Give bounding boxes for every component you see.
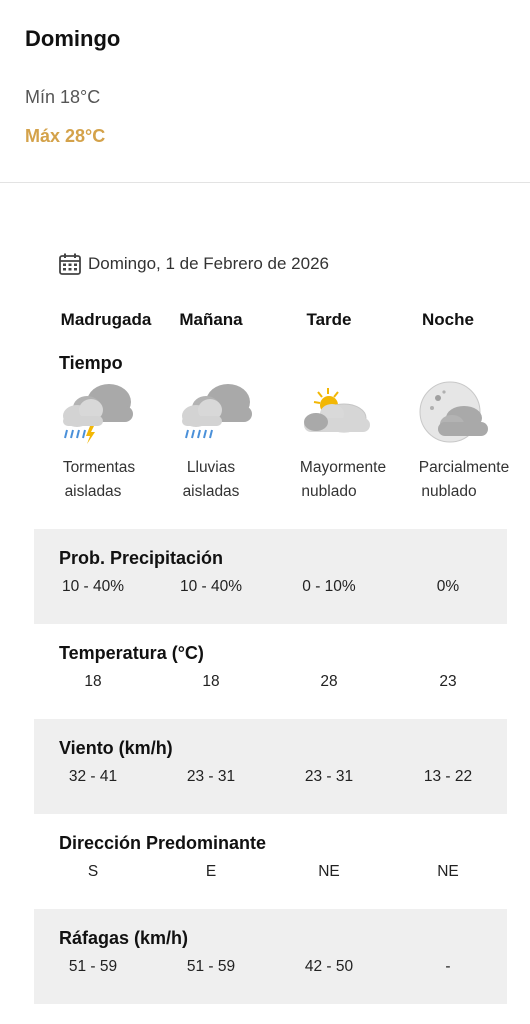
row-value: 23 - 31 <box>186 768 236 785</box>
row-value: E <box>205 863 217 880</box>
period-manana: Mañana <box>179 310 243 329</box>
partly-cloudy-moon-icon <box>419 381 488 443</box>
row-value: 10 - 40% <box>61 578 125 595</box>
row-title: Temperatura (°C) <box>59 643 204 663</box>
row-value: 23 <box>439 673 457 690</box>
row-value: S <box>87 863 99 880</box>
period-madrugada: Madrugada <box>60 310 152 329</box>
weather-description: Tormentas aisladas <box>62 459 136 500</box>
row-value: 23 - 31 <box>304 768 354 785</box>
row-value: 51 - 59 <box>68 958 118 975</box>
row-value: 51 - 59 <box>186 958 236 975</box>
row-title: Prob. Precipitación <box>59 548 224 568</box>
gusts-row: Ráfagas (km/h) 51 - 59 51 - 59 42 - 50 - <box>34 909 507 1004</box>
max-temperature: Máx 28°C <box>25 126 106 146</box>
row-title: Viento (km/h) <box>59 738 173 758</box>
wind-row: Viento (km/h) 32 - 41 23 - 31 23 - 31 13… <box>34 719 507 814</box>
row-title: Dirección Predominante <box>59 833 267 853</box>
period-tarde: Tarde <box>306 310 352 329</box>
weather-description: Parcialmente nublado <box>418 459 510 500</box>
row-value: 13 - 22 <box>423 768 473 785</box>
row-value: 0% <box>436 578 460 595</box>
row-value: 42 - 50 <box>304 958 354 975</box>
row-value: 18 <box>84 673 102 690</box>
min-temperature: Mín 18°C <box>25 87 101 107</box>
row-value: 32 - 41 <box>68 768 118 785</box>
forecast-date: Domingo, 1 de Febrero de 2026 <box>58 252 329 276</box>
mostly-cloudy-sun-icon <box>304 388 370 433</box>
calendar-icon <box>59 253 81 275</box>
row-value: 10 - 40% <box>179 578 243 595</box>
precipitation-row: Prob. Precipitación 10 - 40% 10 - 40% 0 … <box>34 529 507 624</box>
weather-description: Mayormente nublado <box>299 459 387 500</box>
day-title: Domingo <box>25 26 121 51</box>
row-value: NE <box>318 863 340 880</box>
rain-cloud-icon <box>182 384 252 439</box>
weather-description: Lluvias aisladas <box>182 459 240 500</box>
period-noche: Noche <box>422 310 474 329</box>
thunderstorm-rain-icon <box>63 384 133 444</box>
row-value: 18 <box>202 673 220 690</box>
tiempo-label: Tiempo <box>59 353 123 373</box>
wind-direction-row: Dirección Predominante S E NE NE <box>34 814 507 909</box>
row-value: 28 <box>320 673 338 690</box>
temperature-row: Temperatura (°C) 18 18 28 23 <box>34 624 507 719</box>
forecast-date-text: Domingo, 1 de Febrero de 2026 <box>88 254 329 273</box>
row-title: Ráfagas (km/h) <box>59 928 189 948</box>
row-value: - <box>445 958 451 975</box>
row-value: 0 - 10% <box>302 578 356 595</box>
day-summary: Domingo Mín 18°C Máx 28°C <box>0 0 530 183</box>
row-value: NE <box>437 863 459 880</box>
